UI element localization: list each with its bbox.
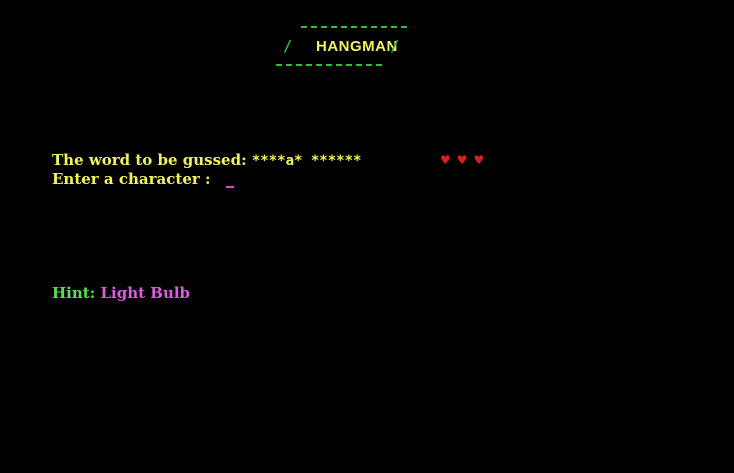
word-line: The word to be gussed: ****a* ****** <box>52 151 361 171</box>
input-prompt: Enter a character : <box>52 170 211 189</box>
heart-icon: ♥ <box>456 153 468 167</box>
heart-icon: ♥ <box>473 153 485 167</box>
lives-hearts: ♥ ♥ ♥ <box>440 152 484 168</box>
hint-label: Hint: <box>52 284 96 302</box>
heart-icon: ♥ <box>440 153 451 167</box>
input-prompt-label: Enter a character : <box>52 170 211 188</box>
title-slash-right: / <box>390 37 400 55</box>
game-screen: / HANGMAN / The word to be gussed: ****a… <box>0 0 734 473</box>
title-border-bottom <box>276 64 382 66</box>
game-title: HANGMAN <box>316 38 398 55</box>
word-label: The word to be gussed: <box>52 151 247 169</box>
input-cursor[interactable] <box>226 186 234 188</box>
hint-value: Light Bulb <box>100 284 191 302</box>
title-slash-left: / <box>283 37 293 55</box>
hint-line: Hint: Light Bulb <box>52 284 190 303</box>
title-border-top <box>301 26 407 28</box>
masked-word: ****a* ****** <box>251 153 362 169</box>
